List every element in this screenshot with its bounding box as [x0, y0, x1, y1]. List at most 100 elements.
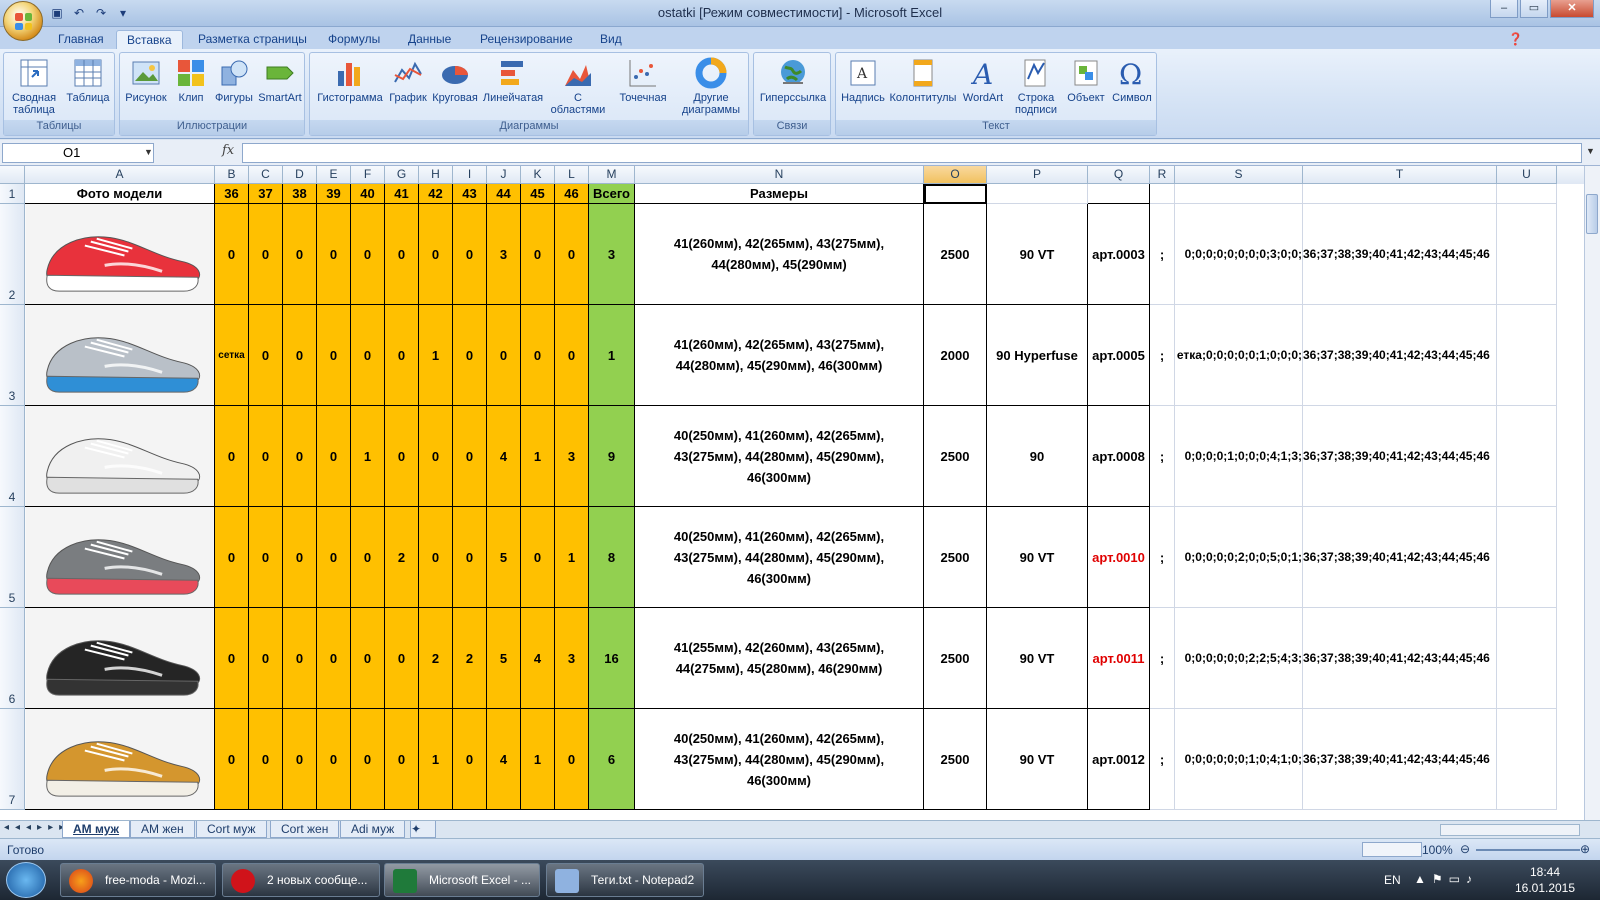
row-header[interactable]: 3: [0, 305, 25, 406]
insert-sheet-icon[interactable]: ✦: [410, 821, 436, 838]
header-photo[interactable]: Фото модели: [25, 184, 215, 204]
size-quantity[interactable]: 0: [215, 709, 249, 810]
sizes-string[interactable]: 36;37;38;39;40;41;42;43;44;45;46: [1303, 305, 1497, 406]
quantity-string[interactable]: етка;0;0;0;0;0;1;0;0;0;: [1175, 305, 1303, 406]
column-header-r[interactable]: R: [1150, 166, 1175, 184]
size-quantity[interactable]: 0: [249, 709, 283, 810]
price[interactable]: 2500: [924, 406, 987, 507]
quantity-string[interactable]: 0;0;0;0;0;0;1;0;4;1;0;: [1175, 709, 1303, 810]
column-header-p[interactable]: P: [987, 166, 1088, 184]
size-quantity[interactable]: 3: [555, 406, 589, 507]
size-quantity[interactable]: 0: [453, 305, 487, 406]
size-quantity[interactable]: 0: [317, 204, 351, 305]
clip-button[interactable]: Клип: [172, 57, 210, 104]
size-quantity[interactable]: 0: [351, 608, 385, 709]
sizes-list[interactable]: 40(250мм), 41(260мм), 42(265мм), 43(275м…: [635, 507, 924, 608]
column-header-g[interactable]: G: [385, 166, 419, 184]
column-header-j[interactable]: J: [487, 166, 521, 184]
object-button[interactable]: Объект: [1064, 57, 1108, 104]
row-header[interactable]: 4: [0, 406, 25, 507]
column-header-c[interactable]: C: [249, 166, 283, 184]
size-quantity[interactable]: 1: [521, 709, 555, 810]
header-total[interactable]: Всего: [589, 184, 635, 204]
size-quantity[interactable]: 0: [521, 507, 555, 608]
worksheet-grid[interactable]: ABCDEFGHIJKLMNOPQRSTU 1 Фото модели 36 37 38…: [0, 166, 1584, 820]
row-header[interactable]: 7: [0, 709, 25, 810]
column-header-e[interactable]: E: [317, 166, 351, 184]
size-quantity[interactable]: 0: [419, 507, 453, 608]
size-quantity[interactable]: 1: [419, 305, 453, 406]
size-quantity[interactable]: 4: [487, 406, 521, 507]
size-quantity[interactable]: 2: [419, 608, 453, 709]
size-quantity[interactable]: 0: [351, 709, 385, 810]
sizes-list[interactable]: 41(260мм), 42(265мм), 43(275мм), 44(280м…: [635, 204, 924, 305]
separator[interactable]: ;: [1150, 204, 1175, 305]
column-header-f[interactable]: F: [351, 166, 385, 184]
size-quantity[interactable]: 0: [249, 507, 283, 608]
line-chart-button[interactable]: График: [386, 57, 430, 104]
tab-formulas[interactable]: Формулы: [318, 30, 390, 49]
taskbar-firefox[interactable]: free-moda - Mozi...: [60, 863, 216, 897]
size-quantity[interactable]: 0: [521, 204, 555, 305]
zoom-in-icon[interactable]: ⊕: [1580, 842, 1590, 856]
sheet-tab-adi-men[interactable]: Adi муж: [340, 821, 406, 838]
column-header-h[interactable]: H: [419, 166, 453, 184]
sizes-string[interactable]: 36;37;38;39;40;41;42;43;44;45;46: [1303, 507, 1497, 608]
header-size[interactable]: 39: [317, 184, 351, 204]
total-quantity[interactable]: 16: [589, 608, 635, 709]
total-quantity[interactable]: 3: [589, 204, 635, 305]
size-quantity[interactable]: 0: [351, 204, 385, 305]
size-quantity[interactable]: 0: [351, 507, 385, 608]
article-number[interactable]: арт.0008: [1088, 406, 1150, 507]
view-buttons[interactable]: [1362, 842, 1422, 857]
model-name[interactable]: 90 VT: [987, 709, 1088, 810]
tab-home[interactable]: Главная: [48, 30, 114, 49]
header-size[interactable]: 42: [419, 184, 453, 204]
size-quantity[interactable]: 3: [555, 608, 589, 709]
shoe-photo[interactable]: [25, 204, 215, 305]
column-header-a[interactable]: A: [25, 166, 215, 184]
sizes-string[interactable]: 36;37;38;39;40;41;42;43;44;45;46: [1303, 204, 1497, 305]
column-header-q[interactable]: Q: [1088, 166, 1150, 184]
size-quantity[interactable]: 4: [521, 608, 555, 709]
header-size[interactable]: 36: [215, 184, 249, 204]
empty-cell[interactable]: [1497, 608, 1557, 709]
size-quantity[interactable]: сетка: [215, 305, 249, 406]
size-quantity[interactable]: 0: [215, 608, 249, 709]
minimize-button[interactable]: –: [1490, 0, 1518, 18]
separator[interactable]: ;: [1150, 608, 1175, 709]
article-number[interactable]: арт.0011: [1088, 608, 1150, 709]
expand-formula-bar-icon[interactable]: ▼: [1586, 146, 1595, 156]
other-charts-button[interactable]: Другие диаграммы: [676, 57, 746, 116]
separator[interactable]: ;: [1150, 305, 1175, 406]
size-quantity[interactable]: 2: [453, 608, 487, 709]
header-footer-button[interactable]: Колонтитулы: [888, 57, 958, 104]
quantity-string[interactable]: 0;0;0;0;0;2;0;0;5;0;1;: [1175, 507, 1303, 608]
size-quantity[interactable]: 0: [283, 305, 317, 406]
name-box-dropdown-icon[interactable]: ▼: [144, 147, 153, 157]
tab-page-layout[interactable]: Разметка страницы: [188, 30, 317, 49]
size-quantity[interactable]: 0: [385, 608, 419, 709]
picture-button[interactable]: Рисунок: [124, 57, 168, 104]
empty-cell[interactable]: [987, 184, 1088, 204]
size-quantity[interactable]: 0: [419, 204, 453, 305]
insert-function-icon[interactable]: fx: [222, 143, 234, 158]
hyperlink-button[interactable]: Гиперссылка: [756, 57, 830, 104]
header-size[interactable]: 46: [555, 184, 589, 204]
empty-cell[interactable]: [1497, 507, 1557, 608]
size-quantity[interactable]: 0: [283, 406, 317, 507]
size-quantity[interactable]: 0: [283, 709, 317, 810]
shoe-photo[interactable]: [25, 406, 215, 507]
vertical-scrollbar[interactable]: [1584, 166, 1600, 820]
total-quantity[interactable]: 9: [589, 406, 635, 507]
size-quantity[interactable]: 0: [385, 204, 419, 305]
start-button[interactable]: [6, 862, 46, 898]
size-quantity[interactable]: 0: [385, 709, 419, 810]
total-quantity[interactable]: 6: [589, 709, 635, 810]
article-number[interactable]: арт.0010: [1088, 507, 1150, 608]
size-quantity[interactable]: 5: [487, 608, 521, 709]
size-quantity[interactable]: 0: [555, 305, 589, 406]
sheet-nav-arrows-icon[interactable]: ◂◂◂▸▸▸: [4, 822, 70, 833]
size-quantity[interactable]: 0: [215, 507, 249, 608]
sizes-list[interactable]: 41(255мм), 42(260мм), 43(265мм), 44(275м…: [635, 608, 924, 709]
